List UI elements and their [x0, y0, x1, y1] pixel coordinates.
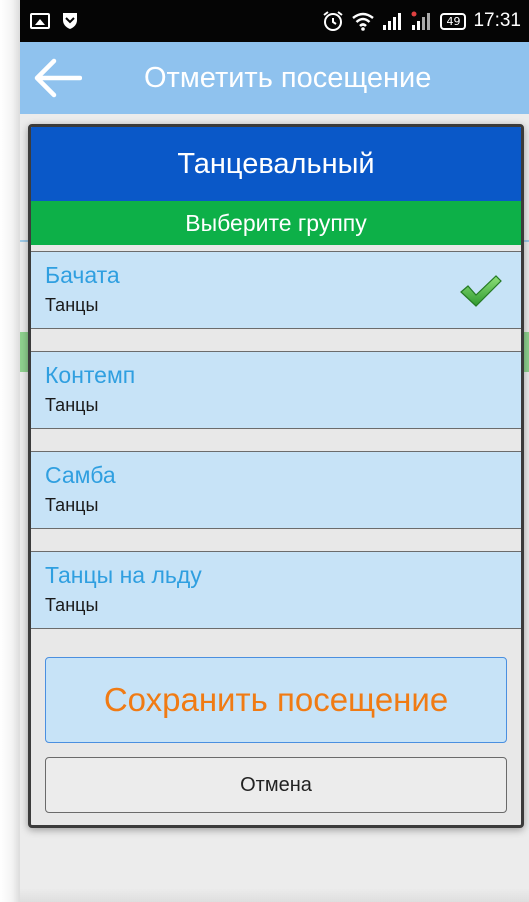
group-category: Танцы: [45, 295, 99, 315]
group-category: Танцы: [45, 595, 99, 615]
signal-2-icon: [411, 11, 431, 30]
group-item-ice-dance[interactable]: Танцы на льду Танцы: [31, 551, 521, 629]
status-bar: 49 17:31: [20, 0, 529, 42]
signal-icon: [383, 13, 402, 30]
group-name: Контемп: [45, 362, 136, 388]
group-name: Бачата: [45, 262, 120, 288]
select-group-dialog: Танцевальный Выберите группу Бачата Танц…: [28, 124, 524, 828]
wifi-icon: [352, 12, 375, 31]
dialog-subtitle: Выберите группу: [31, 201, 521, 245]
group-gap: [31, 529, 521, 551]
back-arrow-icon: [34, 58, 82, 98]
alarm-icon: [323, 11, 344, 31]
shield-notification-icon: [63, 13, 77, 29]
image-notification-icon: [30, 13, 50, 29]
group-list: Бачата Танцы Контемп Танцы Самба Танцы Т…: [31, 245, 521, 629]
group-name: Танцы на льду: [45, 562, 202, 588]
screen: 49 17:31 Отметить посещение Танцевальный…: [20, 0, 529, 902]
save-attendance-button[interactable]: Сохранить посещение: [45, 657, 507, 743]
frame-shadow: [20, 888, 529, 902]
phone-frame-edge: [0, 0, 20, 902]
dialog-title: Танцевальный: [31, 127, 521, 201]
page-title: Отметить посещение: [144, 61, 432, 94]
group-category: Танцы: [45, 495, 99, 515]
app-bar: Отметить посещение: [20, 42, 529, 114]
status-time: 17:31: [473, 10, 521, 31]
group-item-bachata[interactable]: Бачата Танцы: [31, 251, 521, 329]
battery-icon: 49: [440, 12, 467, 30]
check-icon: [460, 275, 502, 307]
group-name: Самба: [45, 462, 116, 488]
back-button[interactable]: [20, 42, 96, 114]
group-category: Танцы: [45, 395, 99, 415]
cancel-button[interactable]: Отмена: [45, 757, 507, 813]
group-gap: [31, 429, 521, 451]
group-gap: [31, 329, 521, 351]
group-item-samba[interactable]: Самба Танцы: [31, 451, 521, 529]
group-item-contemp[interactable]: Контемп Танцы: [31, 351, 521, 429]
